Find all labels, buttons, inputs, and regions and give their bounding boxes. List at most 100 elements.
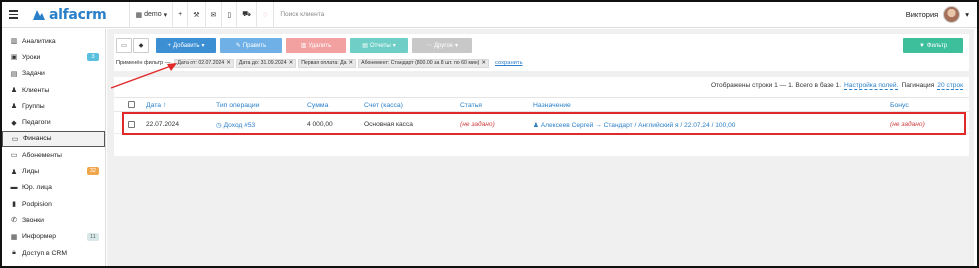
save-filter-link[interactable]: сохранить: [495, 60, 523, 66]
mail-icon[interactable]: ✉: [206, 2, 222, 28]
pagination-label: Пагинация: [901, 82, 935, 89]
edit-label: Править: [242, 42, 267, 49]
main-content: ▭ ◆ + Добавить ▾ ✎ Править ▥ Удалить ▤ О…: [107, 29, 974, 266]
filter-chip[interactable]: Первая оплата: Да ✕: [298, 58, 357, 68]
tasks-icon: ▤: [10, 70, 18, 78]
sidebar-item-label: Финансы: [23, 135, 52, 143]
card-icon: ▭: [121, 43, 127, 49]
plus-icon[interactable]: +: [173, 2, 187, 28]
logo-icon: [33, 9, 45, 20]
filter-chip[interactable]: Абонемент: Стандарт (800.00 за 8 шт. по …: [358, 58, 489, 68]
analytics-icon: ▥: [10, 38, 18, 46]
filter-chip-label: Абонемент: Стандарт (800.00 за 8 шт. по …: [361, 60, 480, 66]
bell-icon[interactable]: ♢: [257, 2, 273, 28]
sidebar-item-label: Лиды: [22, 168, 40, 176]
filter-label: Фильтр: [926, 42, 948, 49]
sidebar-item-analytics[interactable]: ▥ Аналитика: [2, 33, 105, 49]
chevron-down-icon: ▾: [965, 10, 969, 19]
sidebar-item-calls[interactable]: ✆ Звонки: [2, 212, 105, 228]
branch-select[interactable]: ▦ demo ▾: [130, 2, 172, 28]
column-header-account[interactable]: Счет (касса): [364, 102, 403, 109]
filter-chip-label: Дата до: 31.09.2024: [238, 60, 287, 66]
reports-label: Отчеты: [369, 42, 391, 49]
table-header: Дата ↑ Тип операции Сумма Счет (касса) С…: [114, 97, 969, 112]
column-header-article[interactable]: Статья: [460, 102, 482, 109]
filter-chip-label: Первая оплата: Да: [301, 60, 347, 66]
informer-icon: ▦: [10, 233, 18, 241]
branch-label: demo: [144, 11, 162, 18]
table-panel: Отображены строки 1 — 1. Всего в базе 1.…: [114, 77, 969, 156]
menu-icon[interactable]: [6, 2, 20, 28]
column-header-operation[interactable]: Тип операции: [216, 102, 260, 109]
close-icon[interactable]: ✕: [289, 60, 294, 66]
toolbar: ▭ ◆ + Добавить ▾ ✎ Править ▥ Удалить ▤ О…: [114, 38, 472, 53]
sidebar-item-label: Группы: [22, 102, 45, 110]
table-info: Отображены строки 1 — 1. Всего в базе 1.…: [711, 82, 963, 90]
other-label: Другое: [433, 42, 454, 49]
pagination-link[interactable]: 20 строк: [937, 82, 963, 90]
filter-button[interactable]: ▼ Фильтр: [903, 38, 963, 53]
grid-view-button[interactable]: ▭: [116, 38, 132, 53]
filter-chip[interactable]: Дата от: 02.07.2024 ✕: [174, 58, 234, 68]
sidebar-item-leads[interactable]: ♟ Лиды 32: [2, 163, 105, 179]
user-icon: ♟: [10, 87, 18, 95]
column-header-date[interactable]: Дата ↑: [146, 102, 166, 109]
sidebar-item-tasks[interactable]: ▤ Задачи: [2, 66, 105, 82]
group-icon: ♟: [10, 103, 18, 111]
column-header-bonus[interactable]: Бонус: [890, 102, 909, 109]
edit-button[interactable]: ✎ Править: [220, 38, 282, 53]
user-menu[interactable]: Виктория ▾: [906, 6, 977, 23]
column-header-amount[interactable]: Сумма: [307, 102, 328, 109]
toolbar-panel: ▭ ◆ + Добавить ▾ ✎ Править ▥ Удалить ▤ О…: [114, 34, 969, 71]
sidebar-item-finance[interactable]: ▭ Финансы: [2, 130, 105, 148]
tag-icon: ◆: [138, 43, 144, 49]
building-icon: ▦: [135, 11, 143, 19]
delete-button[interactable]: ▥ Удалить: [286, 38, 346, 53]
briefcase-icon: ▬: [10, 184, 18, 192]
sidebar-item-podpision[interactable]: ▮ Podpision: [2, 196, 105, 212]
sidebar-item-label: Педагоги: [22, 119, 51, 127]
filter-chip-label: Дата от: 02.07.2024: [177, 60, 225, 66]
close-icon[interactable]: ✕: [226, 60, 231, 66]
column-header-purpose[interactable]: Назначение: [533, 102, 571, 109]
chevron-down-icon: ▾: [163, 11, 168, 19]
chevron-down-icon: ▾: [201, 43, 205, 49]
sidebar-item-label: Аналитика: [22, 37, 56, 45]
sidebar-item-subscriptions[interactable]: ▭ Абонементы: [2, 147, 105, 163]
user-name: Виктория: [905, 10, 939, 19]
reports-button[interactable]: ▤ Отчеты ▾: [350, 38, 408, 53]
tag-button[interactable]: ◆: [133, 38, 149, 53]
search-input[interactable]: Поиск клиента: [274, 11, 324, 18]
dots-icon: ⋯: [425, 43, 432, 49]
fields-settings-link[interactable]: Настройка полей.: [844, 82, 899, 90]
logo[interactable]: alfacrm: [32, 7, 107, 23]
delete-label: Удалить: [308, 42, 332, 49]
sidebar-item-groups[interactable]: ♟ Группы: [2, 98, 105, 114]
sidebar-item-label: Задачи: [22, 70, 45, 78]
close-icon[interactable]: ✕: [481, 60, 486, 66]
cart-icon[interactable]: ⛟: [237, 2, 256, 28]
document-icon: ▮: [12, 201, 16, 209]
sidebar-item-crm-access[interactable]: 🔒︎ Доступ в CRM: [2, 245, 105, 261]
other-button[interactable]: ⋯ Другое ▾: [412, 38, 472, 53]
sidebar-item-legal-entities[interactable]: ▬ Юр. лица: [2, 180, 105, 196]
trash-icon: ▥: [300, 43, 307, 49]
sidebar-item-label: Юр. лица: [22, 184, 52, 192]
phone-device-icon[interactable]: ▯: [222, 2, 236, 28]
lessons-badge: 3: [87, 53, 99, 62]
close-icon[interactable]: ✕: [349, 60, 354, 66]
add-button[interactable]: + Добавить ▾: [156, 38, 216, 53]
sidebar-item-informer[interactable]: ▦ Информер 11: [2, 229, 105, 245]
sidebar-item-teachers[interactable]: ◆ Педагоги: [2, 114, 105, 130]
annotation-arrow: [110, 63, 177, 89]
add-label: Добавить: [172, 42, 200, 49]
subscription-icon: ▭: [10, 152, 18, 160]
sidebar-item-clients[interactable]: ♟ Клиенты: [2, 82, 105, 98]
select-all-checkbox[interactable]: [128, 101, 135, 108]
sidebar-item-lessons[interactable]: ▣ Уроки 3: [2, 49, 105, 65]
sidebar-item-label: Клиенты: [22, 86, 50, 94]
tools-icon[interactable]: ⚒: [188, 2, 204, 28]
plus-icon: +: [167, 42, 171, 49]
filter-icon: ▼: [918, 42, 925, 49]
filter-chip[interactable]: Дата до: 31.09.2024 ✕: [235, 58, 297, 68]
